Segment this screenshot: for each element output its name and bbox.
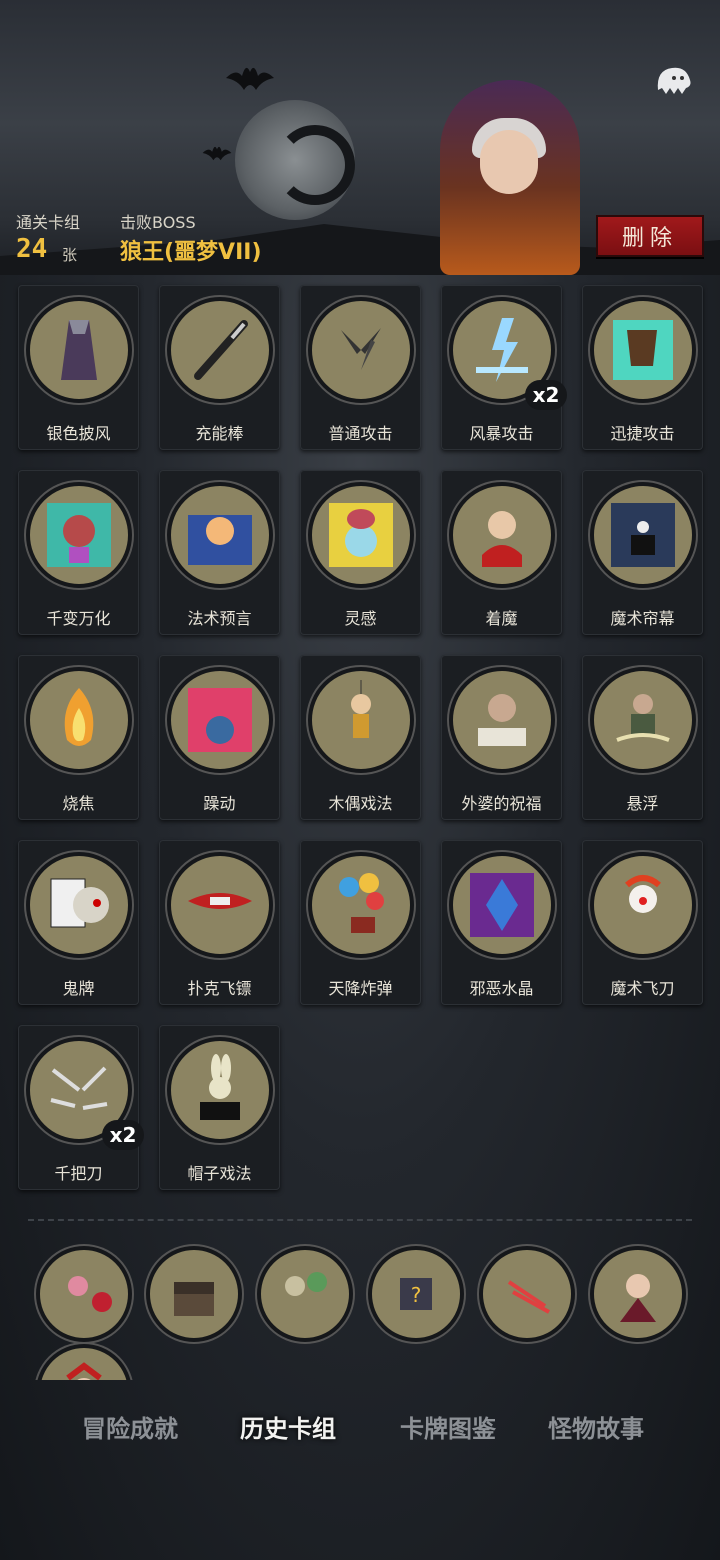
card-name: 风暴攻击 <box>469 424 534 443</box>
treasure-chest-icon[interactable] <box>146 1246 242 1342</box>
evil-crystal-icon <box>449 852 555 958</box>
history-deck-list[interactable]: ? <box>0 1240 720 1380</box>
card-name: 充能棒 <box>195 424 244 443</box>
card-item[interactable]: 迅捷攻击 <box>582 285 703 450</box>
card-item[interactable]: 鬼牌 <box>18 840 139 1005</box>
card-item[interactable]: 邪恶水晶 <box>441 840 562 1005</box>
fire-icon <box>26 667 132 773</box>
card-grid: 银色披风 充能棒 普通攻击 风暴攻击 x2 迅捷攻击千变万化 法术预言 灵感 着魔 魔术帘幕烧焦 躁… <box>18 285 704 1190</box>
clown-knives-icon <box>590 852 696 958</box>
zombies-icon[interactable] <box>257 1246 353 1342</box>
card-name: 鬼牌 <box>62 979 95 998</box>
possessed-icon <box>449 482 555 588</box>
card-name: 普通攻击 <box>328 424 393 443</box>
bat-icon <box>226 58 274 105</box>
puppet-icon <box>308 667 414 773</box>
magic-curtain-icon <box>590 482 696 588</box>
card-item[interactable]: 魔术飞刀 <box>582 840 703 1005</box>
delete-button[interactable]: 删除 <box>596 215 704 257</box>
frenzy-icon <box>167 667 273 773</box>
svg-text:?: ? <box>411 1283 422 1307</box>
card-name: 灵感 <box>344 609 377 628</box>
tab-achievements[interactable]: 冒险成就 <box>60 1400 200 1452</box>
claw-slash-icon[interactable] <box>479 1246 575 1342</box>
card-item[interactable]: 充能棒 <box>159 285 280 450</box>
tab-history-decks[interactable]: 历史卡组 <box>218 1400 358 1452</box>
bottom-tab-bar: 冒险成就 历史卡组 卡牌图鉴 怪物故事 <box>0 1400 720 1452</box>
boss-label: 击败BOSS <box>120 213 196 232</box>
jester-icon[interactable] <box>36 1344 132 1380</box>
card-item[interactable]: 烧焦 <box>18 655 139 820</box>
card-name: 烧焦 <box>62 794 95 813</box>
card-name: 魔术飞刀 <box>610 979 675 998</box>
cleared-deck-unit: 张 <box>62 246 78 264</box>
bat-icon <box>202 132 232 172</box>
cleared-deck-count: 24 <box>16 234 48 264</box>
card-name: 帽子戏法 <box>187 1164 252 1183</box>
card-name: 躁动 <box>203 794 236 813</box>
card-item[interactable]: 银色披风 <box>18 285 139 450</box>
card-name: 悬浮 <box>626 794 659 813</box>
card-multiplier-badge: x2 <box>525 380 567 410</box>
boss-name: 狼王(噩梦VII) <box>120 240 262 265</box>
card-item[interactable]: 着魔 <box>441 470 562 635</box>
tab-monster-stories[interactable]: 怪物故事 <box>526 1400 666 1452</box>
card-item[interactable]: 魔术帘幕 <box>582 470 703 635</box>
card-item[interactable]: 扑克飞镖 <box>159 840 280 1005</box>
cloak-icon <box>26 297 132 403</box>
card-dart-icon <box>167 852 273 958</box>
ghost-icon[interactable] <box>650 58 698 102</box>
spiral-hill <box>275 125 355 205</box>
card-item[interactable]: 千把刀 x2 <box>18 1025 144 1190</box>
grandma-book-icon <box>449 667 555 773</box>
daggers-icon <box>308 297 414 403</box>
hero-portrait <box>420 80 600 275</box>
balloon-bomb-icon <box>308 852 414 958</box>
card-name: 外婆的祝福 <box>461 794 542 813</box>
card-item[interactable]: 木偶戏法 <box>300 655 421 820</box>
card-item[interactable]: 普通攻击 <box>300 285 421 450</box>
tab-card-collection[interactable]: 卡牌图鉴 <box>378 1400 518 1452</box>
card-name: 千把刀 <box>54 1164 103 1183</box>
card-name: 扑克飞镖 <box>187 979 252 998</box>
vampire-icon[interactable] <box>590 1246 686 1342</box>
card-item[interactable]: 千变万化 <box>18 470 139 635</box>
card-name: 邪恶水晶 <box>469 979 534 998</box>
card-name: 迅捷攻击 <box>610 424 675 443</box>
card-name: 千变万化 <box>46 609 111 628</box>
card-item[interactable]: 风暴攻击 x2 <box>441 285 567 450</box>
card-name: 木偶戏法 <box>328 794 393 813</box>
mystery-box-icon[interactable]: ? <box>368 1246 464 1342</box>
card-name: 着魔 <box>485 609 518 628</box>
card-item[interactable]: 法术预言 <box>159 470 280 635</box>
card-name: 魔术帘幕 <box>610 609 675 628</box>
card-name: 银色披风 <box>46 424 111 443</box>
cleared-deck-label: 通关卡组 <box>16 213 81 232</box>
levitate-icon <box>590 667 696 773</box>
card-item[interactable]: 天降炸弹 <box>300 840 421 1005</box>
rabbit-hat-icon <box>167 1037 273 1143</box>
performers-icon[interactable] <box>36 1246 132 1342</box>
card-item[interactable]: 外婆的祝福 <box>441 655 562 820</box>
card-item[interactable]: 悬浮 <box>582 655 703 820</box>
card-item[interactable]: 帽子戏法 <box>159 1025 280 1190</box>
card-item[interactable]: 灵感 <box>300 470 421 635</box>
swift-attack-icon <box>590 297 696 403</box>
card-item[interactable]: 躁动 <box>159 655 280 820</box>
crystal-ball-icon <box>167 482 273 588</box>
card-name: 天降炸弹 <box>328 979 393 998</box>
divider <box>28 1219 692 1221</box>
wand-icon <box>167 297 273 403</box>
shapeshift-icon <box>26 482 132 588</box>
card-name: 法术预言 <box>187 609 252 628</box>
joker-card-icon <box>26 852 132 958</box>
brain-skull-icon <box>308 482 414 588</box>
card-multiplier-badge: x2 <box>102 1120 144 1150</box>
